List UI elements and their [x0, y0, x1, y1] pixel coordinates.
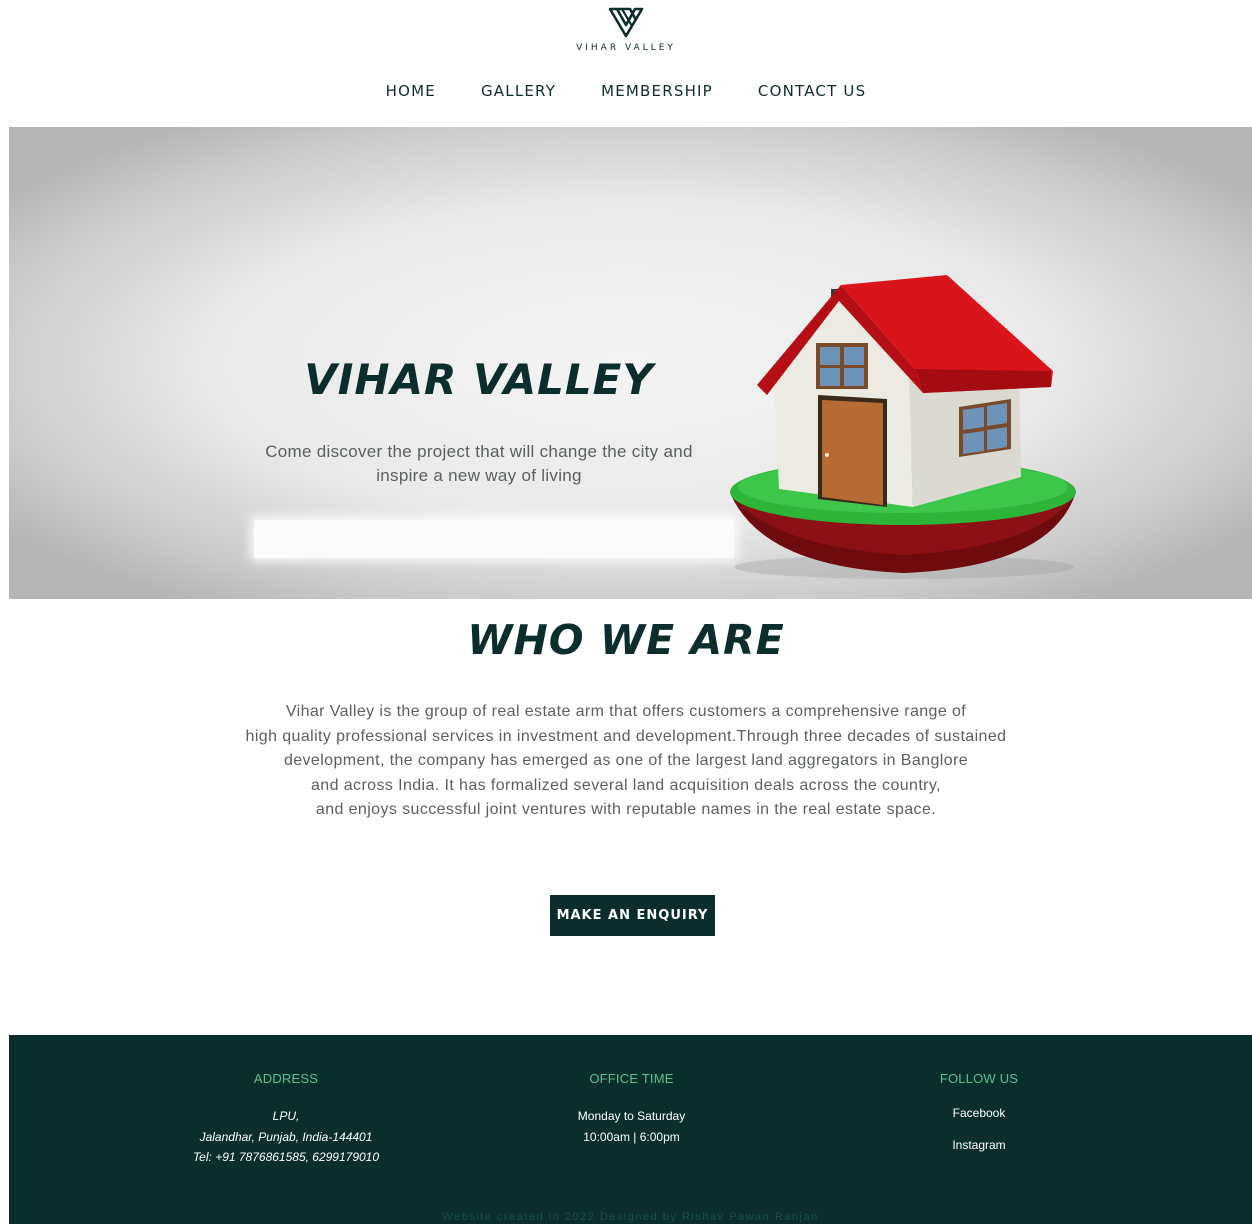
address-line-2: Jalandhar, Punjab, India-144401 — [199, 1129, 373, 1144]
nav-membership[interactable]: MEMBERSHIP — [601, 82, 713, 100]
footer-address: ADDRESS LPU, Jalandhar, Punjab, India-14… — [159, 1071, 413, 1168]
instagram-link[interactable]: Instagram — [909, 1138, 1049, 1152]
office-time-heading: OFFICE TIME — [589, 1071, 674, 1086]
hero-highlight-bar — [254, 520, 734, 558]
hero-subtitle-line-2: inspire a new way of living — [376, 466, 582, 485]
brand-name: VIHAR VALLEY — [576, 43, 676, 53]
footer-office-time: OFFICE TIME Monday to Saturday 10:00am |… — [529, 1071, 734, 1148]
office-days: Monday to Saturday — [577, 1109, 686, 1123]
hero-banner: VIHAR VALLEY Come discover the project t… — [9, 127, 1252, 599]
house-icon — [730, 275, 1076, 579]
v-monogram-icon — [608, 7, 644, 38]
about-line-4: and across India. It has formalized seve… — [311, 776, 941, 794]
follow-us-heading: FOLLOW US — [939, 1071, 1019, 1086]
make-enquiry-button[interactable]: MAKE AN ENQUIRY — [550, 895, 715, 936]
office-hours: 10:00am | 6:00pm — [583, 1130, 680, 1144]
hero-subtitle: Come discover the project that will chan… — [249, 440, 709, 488]
hero-title: VIHAR VALLEY — [304, 355, 654, 404]
about-line-2: high quality professional services in in… — [245, 727, 1007, 745]
about-title: WHO WE ARE — [467, 616, 785, 664]
site-header: VIHAR VALLEY HOME GALLERY MEMBERSHIP CON… — [0, 0, 1252, 126]
address-phone: Tel: +91 7876861585, 6299179010 — [192, 1150, 380, 1164]
hero-subtitle-line-1: Come discover the project that will chan… — [265, 442, 693, 461]
brand-logo[interactable]: VIHAR VALLEY — [0, 6, 1252, 53]
footer-credit: Website created in 2022 Designed by Rish… — [442, 1211, 819, 1223]
about-line-3: development, the company has emerged as … — [283, 752, 969, 770]
address-line-1: LPU, — [272, 1109, 300, 1123]
about-text: Vihar Valley is the group of real estate… — [150, 700, 1102, 823]
nav-gallery[interactable]: GALLERY — [481, 82, 556, 100]
about-line-1: Vihar Valley is the group of real estate… — [285, 703, 967, 720]
nav-contact-us[interactable]: CONTACT US — [758, 82, 866, 100]
about-line-5: and enjoys successful joint ventures wit… — [315, 801, 937, 819]
address-heading: ADDRESS — [253, 1071, 319, 1086]
nav-home[interactable]: HOME — [386, 82, 436, 100]
site-footer: ADDRESS LPU, Jalandhar, Punjab, India-14… — [9, 1035, 1252, 1224]
main-nav: HOME GALLERY MEMBERSHIP CONTACT US — [0, 82, 1252, 100]
facebook-link[interactable]: Facebook — [909, 1106, 1049, 1120]
footer-follow-us: FOLLOW US Facebook Instagram — [909, 1071, 1049, 1170]
